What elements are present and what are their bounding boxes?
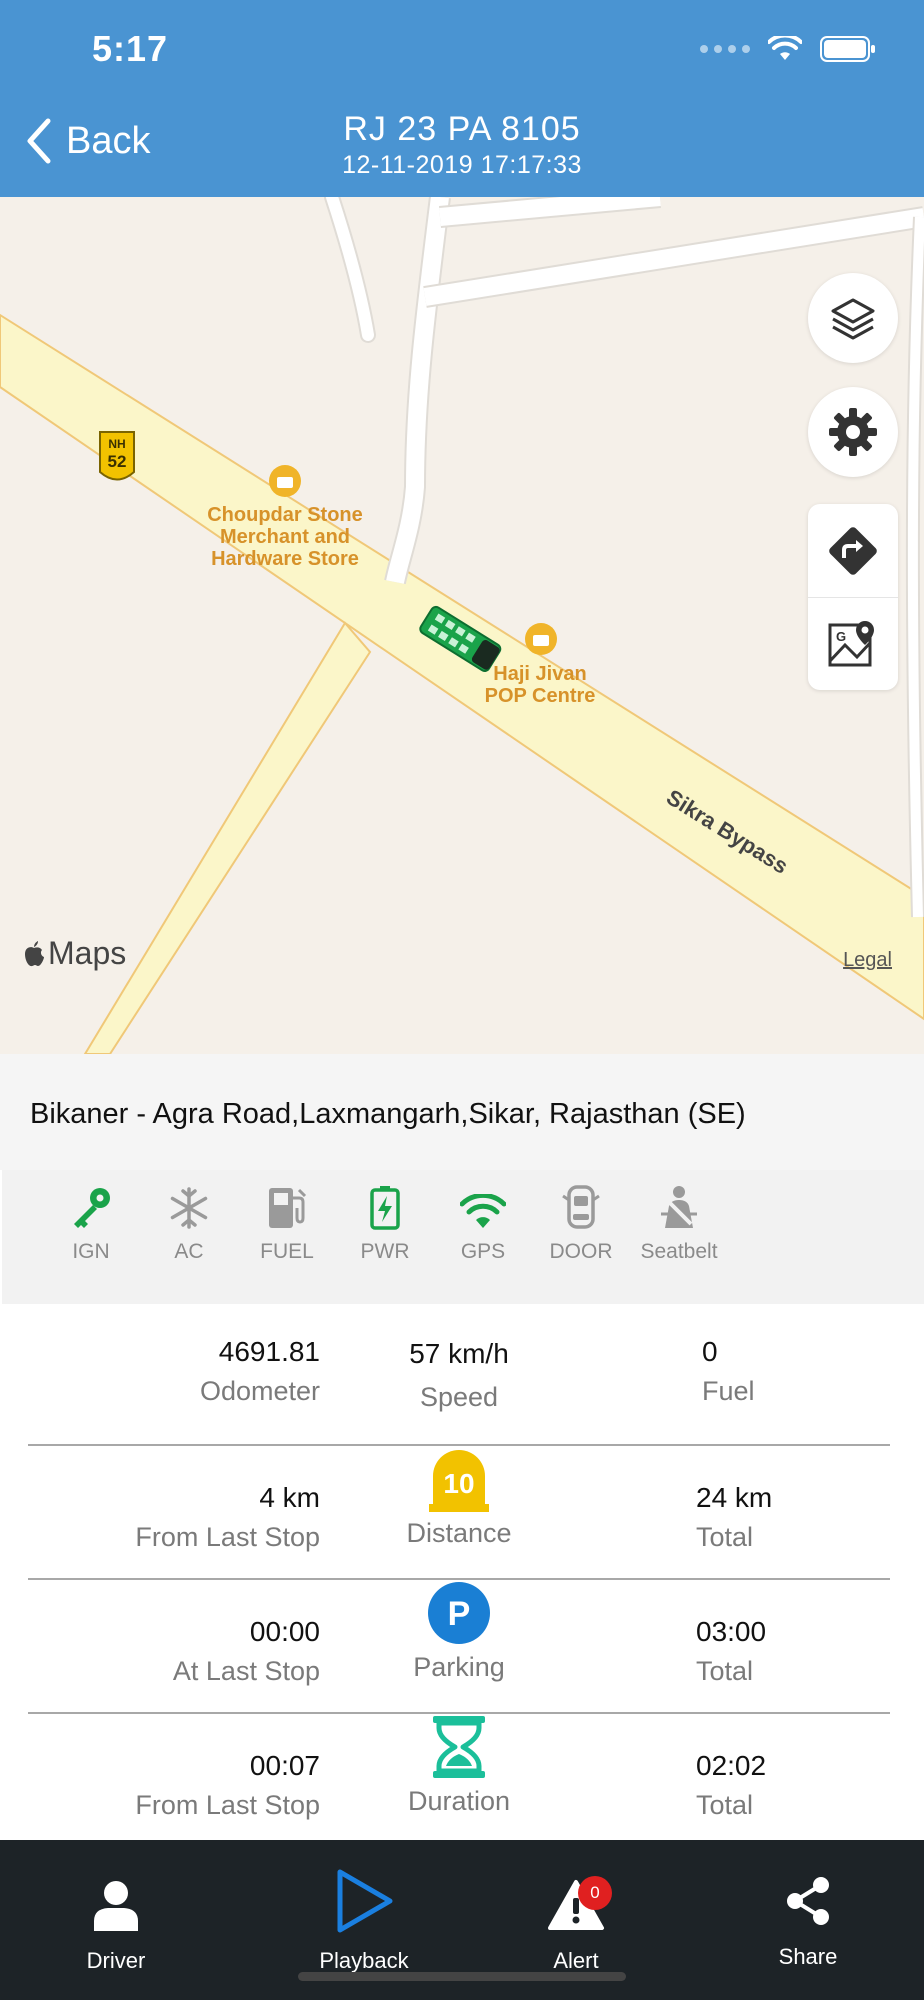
distance-total-value: 24 km [696, 1482, 773, 1513]
sensor-gps: GPS [434, 1170, 532, 1304]
sensor-pwr: PWR [336, 1170, 434, 1304]
stats-row-duration: 00:07 From Last Stop Duration 02:02 Tota… [28, 1714, 890, 1840]
seatbelt-icon [661, 1186, 697, 1228]
sensor-door: DOOR [532, 1170, 630, 1304]
alert-count-badge: 0 [578, 1876, 612, 1910]
distance-last-stop-caption: From Last Stop [135, 1522, 320, 1552]
sensor-label: FUEL [260, 1240, 314, 1263]
highway-shield: NH 52 [100, 435, 134, 471]
parking-last-stop-caption: At Last Stop [172, 1656, 320, 1686]
battery-status-icon [820, 36, 875, 62]
tab-playback[interactable]: Playback [312, 1862, 416, 1974]
odometer-caption: Odometer [199, 1376, 320, 1406]
parking-last-stop-value: 00:00 [249, 1616, 320, 1647]
wifi-icon [460, 1194, 506, 1228]
vehicle-number: RJ 23 PA 8105 [343, 110, 581, 148]
speed-caption: Speed [419, 1382, 499, 1412]
directions-icon [829, 526, 877, 575]
duration-caption: Duration [407, 1786, 511, 1816]
sensor-label: IGN [72, 1240, 110, 1263]
duration-last-stop-value: 00:07 [249, 1750, 320, 1781]
sensor-label: AC [174, 1240, 204, 1263]
tab-driver-label: Driver [86, 1948, 146, 1973]
sensor-status-row: IGN AC FUEL PWR GPS DOOR Seatbelt [2, 1170, 924, 1304]
sensor-fuel: FUEL [238, 1170, 336, 1304]
stats-row-distance: 4 km From Last Stop 10 Distance 24 km To… [28, 1446, 890, 1580]
tab-alert[interactable]: 0 Alert [526, 1870, 626, 1974]
fuel-pump-icon [269, 1188, 307, 1228]
car-door-icon [562, 1185, 600, 1229]
sensor-label: Seatbelt [640, 1240, 718, 1263]
duration-total-value: 02:02 [696, 1750, 767, 1781]
map-view[interactable]: NH 52 Choupdar Stone Merchant and Hardwa… [0, 197, 924, 1054]
odometer-value: 4691.81 [218, 1336, 320, 1367]
maps-brand-text: Maps [48, 935, 127, 971]
driver-person-icon [94, 1881, 138, 1931]
stats-row-odometer: 4691.81 Odometer 57 km/h Speed 0 Fuel [28, 1336, 890, 1446]
sensor-ign: IGN [42, 1170, 140, 1304]
poi-label-choupdar[interactable]: Choupdar Stone Merchant and Hardware Sto… [175, 504, 395, 570]
stats-row-parking: 00:00 At Last Stop P Parking 03:00 Total [28, 1580, 890, 1714]
gear-icon [829, 408, 877, 456]
directions-button[interactable] [808, 504, 898, 597]
tab-share-label: Share [778, 1944, 838, 1969]
duration-last-stop-caption: From Last Stop [135, 1790, 320, 1820]
tab-playback-label: Playback [319, 1948, 409, 1973]
map-layers-button[interactable] [808, 273, 898, 363]
parking-icon: P [428, 1582, 490, 1644]
apple-maps-logo: Maps [22, 935, 126, 972]
header: 5:17 Back RJ 23 PA 8105 12-11-2019 17:17… [0, 0, 924, 197]
hourglass-icon [433, 1716, 485, 1778]
tab-driver[interactable]: Driver [66, 1870, 166, 1974]
play-icon [337, 1869, 393, 1933]
map-settings-button[interactable] [808, 387, 898, 477]
sensor-label: DOOR [549, 1240, 613, 1263]
google-maps-icon: G [828, 621, 874, 667]
apple-logo-icon [25, 940, 44, 966]
distance-last-stop-value: 4 km [259, 1482, 320, 1513]
battery-charging-icon [370, 1186, 400, 1230]
sensor-label: GPS [460, 1240, 506, 1263]
tab-share[interactable]: Share [758, 1866, 858, 1970]
svg-text:G: G [836, 629, 846, 644]
parking-letter: P [448, 1595, 471, 1633]
share-icon [787, 1877, 829, 1925]
cellular-signal-icon [700, 45, 750, 53]
wifi-status-icon [768, 36, 802, 60]
sensor-seatbelt: Seatbelt [630, 1170, 728, 1304]
status-icons [700, 36, 876, 62]
distance-milestone-icon: 10 [429, 1450, 489, 1512]
home-indicator [298, 1972, 626, 1981]
status-time: 5:17 [92, 28, 169, 69]
distance-milestone-number: 10 [443, 1468, 474, 1499]
parking-caption: Parking [413, 1652, 505, 1682]
tab-alert-label: Alert [553, 1948, 599, 1973]
parking-total-value: 03:00 [696, 1616, 767, 1647]
layers-icon [831, 298, 875, 340]
vehicle-marker-icon[interactable] [412, 605, 512, 675]
distance-total-caption: Total [696, 1522, 754, 1552]
fuel-caption: Fuel [702, 1376, 755, 1406]
highway-shield-number: 52 [107, 452, 127, 471]
distance-caption: Distance [406, 1518, 512, 1548]
duration-total-caption: Total [696, 1790, 754, 1820]
parking-total-caption: Total [696, 1656, 754, 1686]
timestamp: 12-11-2019 17:17:33 [342, 151, 582, 179]
google-maps-button[interactable]: G [808, 597, 898, 690]
title-block: RJ 23 PA 8105 12-11-2019 17:17:33 [0, 110, 924, 180]
vehicle-detail-screen: 5:17 Back RJ 23 PA 8105 12-11-2019 17:17… [0, 0, 924, 2000]
address-text: Bikaner - Agra Road,Laxmangarh,Sikar, Ra… [0, 1054, 924, 1170]
map-action-group: G [808, 504, 898, 690]
speed-value: 57 km/h [409, 1338, 509, 1369]
stats-panel: 4691.81 Odometer 57 km/h Speed 0 Fuel 4 … [0, 1304, 924, 1840]
sensor-label: PWR [360, 1240, 410, 1263]
key-icon [74, 1188, 110, 1228]
snowflake-icon [170, 1187, 208, 1229]
sensor-ac: AC [140, 1170, 238, 1304]
legal-link[interactable]: Legal [843, 949, 892, 972]
highway-shield-prefix: NH [108, 437, 126, 451]
fuel-value: 0 [702, 1336, 718, 1367]
